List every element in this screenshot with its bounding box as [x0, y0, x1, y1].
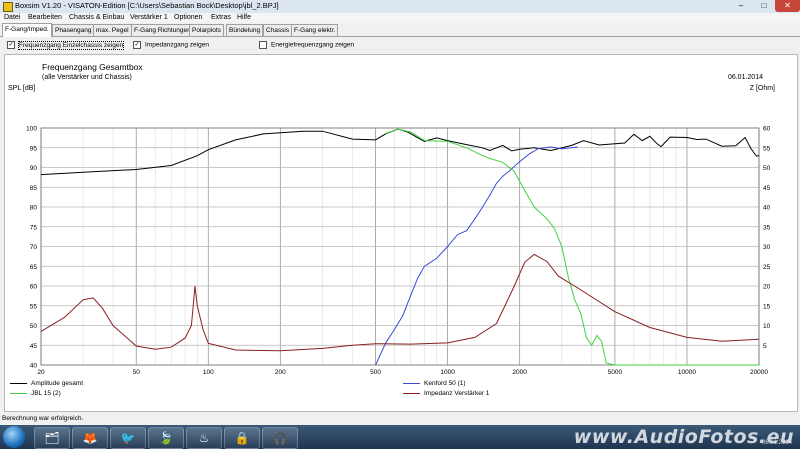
y2-tick-label: 55 — [763, 145, 771, 152]
checkbox-energie-box[interactable] — [259, 41, 267, 49]
tab-fgang-elektr[interactable]: F-Gang elektr. — [291, 24, 339, 36]
y-tick-label: 85 — [30, 185, 38, 192]
checkbox-einzelchassis[interactable]: ✓ Frequenzgang Einzelchassis zeigen — [7, 40, 125, 50]
options-row: ✓ Frequenzgang Einzelchassis zeigen ✓ Impe… — [0, 37, 800, 52]
menu-datei[interactable]: Datei — [4, 14, 20, 21]
start-button[interactable] — [3, 426, 25, 448]
y-tick-label: 80 — [30, 205, 38, 212]
y2-tick-label: 15 — [763, 303, 771, 310]
menu-hilfe[interactable]: Hilfe — [237, 14, 251, 21]
y-tick-label: 60 — [30, 284, 38, 291]
y2-tick-label: 35 — [763, 224, 771, 231]
taskbar-explorer-icon[interactable]: 🗂 — [34, 427, 70, 449]
y2-tick-label: 5 — [763, 343, 767, 350]
checkbox-energie-label: Energiefrequenzgang zeigen — [271, 41, 355, 49]
legend-label-jbl: JBL 15 (2) — [31, 390, 61, 397]
tab-polarplots[interactable]: Polarplots — [189, 24, 224, 36]
legend-item-amplitude: Amplitude gesamt — [10, 380, 83, 387]
taskbar-boxsim-icon[interactable]: 🎧 — [262, 427, 298, 449]
y-tick-label: 45 — [30, 343, 38, 350]
taskbar-app-icon[interactable]: 🍃 — [148, 427, 184, 449]
close-button[interactable]: ✕ — [775, 0, 800, 12]
y2-tick-label: 60 — [763, 126, 771, 133]
checkbox-impedanz[interactable]: ✓ Impedanzgang zeigen — [133, 41, 209, 49]
x-tick-label: 20000 — [750, 369, 768, 376]
tab-fgang-imped[interactable]: F-Gang/Imped. — [2, 23, 52, 37]
legend-swatch-jbl — [10, 392, 27, 394]
minimize-button[interactable]: – — [730, 0, 752, 12]
y-tick-label: 90 — [30, 165, 38, 172]
legend-item-impedanz: Impedanz Verstärker 1 — [403, 390, 489, 397]
y-tick-label: 75 — [30, 224, 38, 231]
taskbar-lock-icon[interactable]: 🔒 — [224, 427, 260, 449]
y-tick-label: 55 — [30, 303, 38, 310]
y-tick-label: 70 — [30, 244, 38, 251]
tray-date: 06.01.2014 — [761, 440, 792, 446]
status-text: Berechnung war erfolgreich. — [2, 415, 84, 422]
title-bar[interactable]: Boxsim V1.20 - VISATON-Edition [C:\Users… — [0, 0, 800, 14]
tab-buendelung[interactable]: Bündelung — [226, 24, 264, 36]
x-tick-label: 20 — [37, 369, 45, 376]
y-tick-label: 50 — [30, 323, 38, 330]
tab-fgang-richtungen[interactable]: F-Gang Richtungen — [131, 24, 194, 36]
menu-verstaerker[interactable]: Verstärker 1 — [130, 14, 168, 21]
x-tick-label: 10000 — [678, 369, 696, 376]
checkbox-einzelchassis-box[interactable]: ✓ — [7, 41, 15, 49]
series-line-impedanz — [40, 253, 760, 352]
checkbox-impedanz-label: Impedanzgang zeigen — [145, 41, 209, 49]
status-bar: Berechnung war erfolgreich. — [0, 414, 800, 424]
legend-swatch-kenford — [403, 382, 420, 384]
tab-bar: F-Gang/Imped. Phasengang max. Pegel F-Ga… — [0, 23, 800, 37]
x-tick-label: 5000 — [608, 369, 623, 376]
legend-label-impedanz: Impedanz Verstärker 1 — [424, 390, 490, 397]
menu-chassis-einbau[interactable]: Chassis & Einbau — [69, 14, 124, 21]
tab-phasengang[interactable]: Phasengang — [52, 24, 95, 36]
y2-tick-label: 45 — [763, 185, 771, 192]
menu-bearbeiten[interactable]: Bearbeiten — [28, 14, 62, 21]
checkbox-energie[interactable]: Energiefrequenzgang zeigen — [259, 41, 354, 49]
y-tick-label: 40 — [30, 363, 38, 370]
y-tick-label: 65 — [30, 264, 38, 271]
window-title: Boxsim V1.20 - VISATON-Edition [C:\Users… — [15, 1, 279, 10]
tab-max-pegel[interactable]: max. Pegel — [93, 24, 132, 36]
series-line-jbl — [385, 128, 759, 366]
menu-bar: Datei Bearbeiten Chassis & Einbau Verstä… — [0, 13, 800, 23]
maximize-button[interactable]: □ — [753, 0, 775, 12]
taskbar-steam-icon[interactable]: ♨ — [186, 427, 222, 449]
x-tick-label: 500 — [370, 369, 381, 376]
app-icon — [3, 2, 13, 12]
y2-tick-label: 40 — [763, 205, 771, 212]
x-tick-label: 50 — [133, 369, 141, 376]
menu-optionen[interactable]: Optionen — [174, 14, 202, 21]
series-line-kenford — [375, 146, 578, 366]
checkbox-impedanz-box[interactable]: ✓ — [133, 41, 141, 49]
legend-swatch-impedanz — [403, 392, 420, 394]
graph-panel: Frequenzgang Gesamtbox (alle Verstärker … — [4, 54, 798, 412]
legend-item-jbl: JBL 15 (2) — [10, 390, 61, 397]
taskbar-thunderbird-icon[interactable]: 🐦 — [110, 427, 146, 449]
y-tick-label: 100 — [26, 126, 37, 133]
y-tick-label: 95 — [30, 145, 38, 152]
y2-tick-label: 30 — [763, 244, 771, 251]
x-tick-label: 2000 — [512, 369, 527, 376]
legend-item-kenford: Kenford 50 (1) — [403, 380, 466, 387]
x-tick-label: 1000 — [440, 369, 455, 376]
legend-label-amplitude: Amplitude gesamt — [31, 380, 84, 387]
y2-tick-label: 20 — [763, 284, 771, 291]
y2-tick-label: 10 — [763, 323, 771, 330]
menu-extras[interactable]: Extras — [211, 14, 231, 21]
tab-chassis[interactable]: Chassis — [263, 24, 293, 36]
y2-tick-label: 50 — [763, 165, 771, 172]
y2-tick-label: 25 — [763, 264, 771, 271]
taskbar-firefox-icon[interactable]: 🦊 — [72, 427, 108, 449]
legend-label-kenford: Kenford 50 (1) — [424, 380, 466, 387]
legend-swatch-amplitude — [10, 382, 27, 384]
x-tick-label: 200 — [275, 369, 286, 376]
watermark-logo: www.AudioFotos.eu — [573, 426, 794, 448]
x-tick-label: 100 — [203, 369, 214, 376]
checkbox-einzelchassis-label: Frequenzgang Einzelchassis zeigen — [17, 40, 125, 50]
frequency-response-graph[interactable]: 20 50 100 200 500 1000 2000 5000 10000 20000 40 45 5… — [5, 55, 797, 411]
